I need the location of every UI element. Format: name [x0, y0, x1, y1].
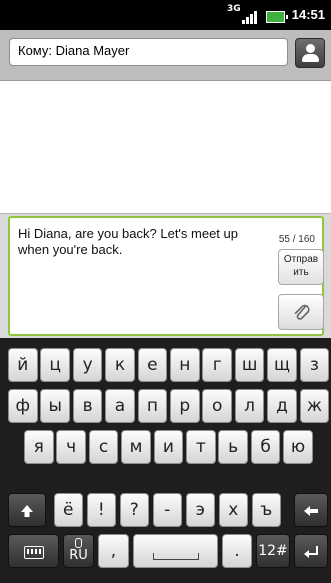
- conversation-area: [0, 81, 331, 213]
- letter-key[interactable]: р: [170, 389, 200, 423]
- attach-button[interactable]: [278, 294, 324, 330]
- backspace-arrow-icon: [304, 506, 318, 516]
- letter-key[interactable]: п: [137, 389, 168, 423]
- letter-key[interactable]: у: [72, 348, 103, 382]
- letter-key[interactable]: б: [250, 430, 281, 464]
- letter-key[interactable]: ы: [40, 389, 70, 423]
- keyboard: йцукенгшщз фывапролдж ячсмитьбю ё!? - э х ъ …: [0, 338, 331, 583]
- letter-key[interactable]: ш: [234, 348, 265, 382]
- letter-key[interactable]: л: [234, 389, 265, 423]
- symbol-key[interactable]: э: [186, 493, 215, 527]
- letter-key[interactable]: я: [24, 430, 54, 464]
- symbols-key[interactable]: 12#: [256, 534, 290, 568]
- symbol-key[interactable]: х: [219, 493, 248, 527]
- symbol-key[interactable]: ё: [54, 493, 83, 527]
- symbol-key[interactable]: ?: [120, 493, 149, 527]
- letter-key[interactable]: з: [299, 348, 330, 382]
- letter-key[interactable]: к: [105, 348, 135, 382]
- letter-key[interactable]: г: [202, 348, 232, 382]
- letter-key[interactable]: щ: [267, 348, 297, 382]
- letter-key[interactable]: с: [88, 430, 119, 464]
- letter-key[interactable]: е: [137, 348, 168, 382]
- letter-key[interactable]: д: [267, 389, 297, 423]
- message-input[interactable]: Hi Diana, are you back? Let's meet up wh…: [8, 216, 324, 336]
- letter-key[interactable]: м: [121, 430, 151, 464]
- keyboard-icon: [23, 546, 44, 559]
- letter-key[interactable]: ь: [218, 430, 248, 464]
- space-key[interactable]: [133, 534, 218, 568]
- letter-key[interactable]: й: [8, 348, 38, 382]
- letter-key[interactable]: н: [170, 348, 200, 382]
- letter-key[interactable]: ч: [56, 430, 86, 464]
- language-mic-key[interactable]: RU: [63, 534, 94, 568]
- message-text: Hi Diana, are you back? Let's meet up wh…: [18, 226, 238, 257]
- signal-icon: [242, 10, 260, 24]
- recipient-field[interactable]: Кому: Diana Mayer: [9, 38, 288, 66]
- paperclip-icon: [294, 304, 310, 320]
- letter-key[interactable]: ю: [283, 430, 313, 464]
- character-counter: 55 / 160: [278, 234, 315, 245]
- status-bar: 3G 14:51: [0, 0, 331, 30]
- enter-arrow-icon: [304, 546, 318, 558]
- network-type: 3G: [227, 4, 241, 14]
- contacts-button[interactable]: [295, 38, 325, 68]
- period-key[interactable]: .: [222, 534, 252, 568]
- status-time: 14:51: [291, 7, 325, 22]
- letter-key[interactable]: ж: [299, 389, 330, 423]
- compose-area: Hi Diana, are you back? Let's meet up wh…: [0, 213, 331, 339]
- backspace-key[interactable]: [294, 493, 328, 527]
- microphone-icon: [75, 538, 82, 548]
- letter-key[interactable]: в: [72, 389, 103, 423]
- space-icon: [152, 553, 199, 560]
- shift-key[interactable]: [8, 493, 46, 527]
- battery-icon: [266, 11, 288, 23]
- symbol-key[interactable]: !: [87, 493, 116, 527]
- letter-key[interactable]: ф: [8, 389, 38, 423]
- symbol-key[interactable]: ъ: [252, 493, 281, 527]
- letter-key[interactable]: ц: [40, 348, 70, 382]
- enter-key[interactable]: [294, 534, 328, 568]
- symbol-key[interactable]: -: [153, 493, 182, 527]
- recipient-bar: Кому: Diana Mayer: [0, 30, 331, 81]
- letter-key[interactable]: а: [105, 389, 135, 423]
- letter-key[interactable]: т: [186, 430, 216, 464]
- letter-key[interactable]: и: [153, 430, 184, 464]
- letter-key[interactable]: о: [202, 389, 232, 423]
- language-label: RU: [69, 548, 88, 563]
- keyboard-settings-key[interactable]: [8, 534, 59, 568]
- shift-arrow-icon: [21, 505, 33, 517]
- send-button[interactable]: Отправ ить: [278, 249, 324, 285]
- comma-key[interactable]: ,: [98, 534, 129, 568]
